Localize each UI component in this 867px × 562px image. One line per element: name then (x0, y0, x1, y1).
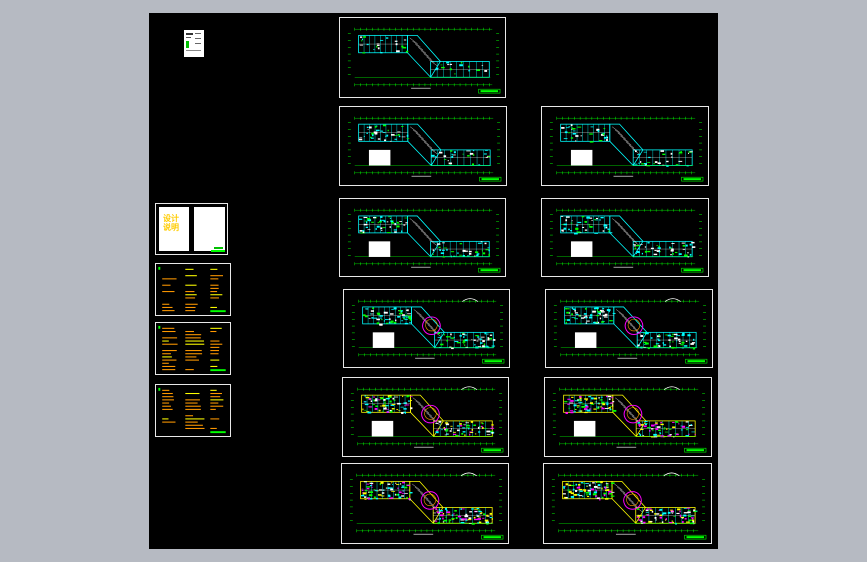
cad-model-space[interactable]: 设计 说明 (149, 13, 718, 549)
cover-sheet[interactable]: 设计 说明 (155, 203, 228, 255)
floor-plan-right-3[interactable] (545, 289, 713, 368)
floor-plan-right-4[interactable] (544, 377, 712, 457)
floor-plan-left-4[interactable] (342, 377, 509, 457)
floor-plan-right-5[interactable] (543, 463, 712, 544)
floor-plan-left-2[interactable] (339, 198, 506, 277)
floor-plan-left-5-drawing (349, 472, 504, 540)
notes-sheet-1[interactable] (155, 263, 231, 316)
floor-plan-left-3[interactable] (343, 289, 510, 368)
notes-sheet-2-drawing (158, 325, 226, 372)
floor-plan-left-2-drawing (347, 208, 501, 273)
notes-sheet-1-drawing (158, 266, 226, 313)
legend-block-drawing (186, 33, 201, 51)
floor-plan-right-1[interactable] (541, 106, 709, 186)
floor-plan-left-4-drawing (350, 386, 504, 453)
title-block (211, 250, 225, 252)
floor-plan-right-2[interactable] (541, 198, 709, 277)
cover-back-page (194, 207, 225, 251)
roof-plan-sheet[interactable] (339, 17, 506, 98)
notes-sheet-3-drawing (158, 387, 226, 434)
roof-plan-drawing (347, 27, 501, 94)
floor-plan-right-5-drawing (551, 472, 707, 540)
floor-plan-left-1[interactable] (339, 106, 507, 186)
notes-sheet-2[interactable] (155, 322, 231, 375)
floor-plan-left-5[interactable] (341, 463, 509, 544)
legend-block[interactable] (184, 30, 204, 57)
floor-plan-left-3-drawing (351, 298, 505, 364)
notes-sheet-3[interactable] (155, 384, 231, 437)
floor-plan-right-3-drawing (553, 298, 708, 364)
cover-page: 设计 说明 (159, 207, 189, 251)
floor-plan-right-1-drawing (549, 116, 704, 182)
cover-title: 设计 说明 (163, 214, 179, 232)
cover-stamp (214, 247, 223, 249)
floor-plan-right-4-drawing (552, 386, 707, 453)
floor-plan-left-1-drawing (347, 116, 502, 182)
floor-plan-right-2-drawing (549, 208, 704, 273)
